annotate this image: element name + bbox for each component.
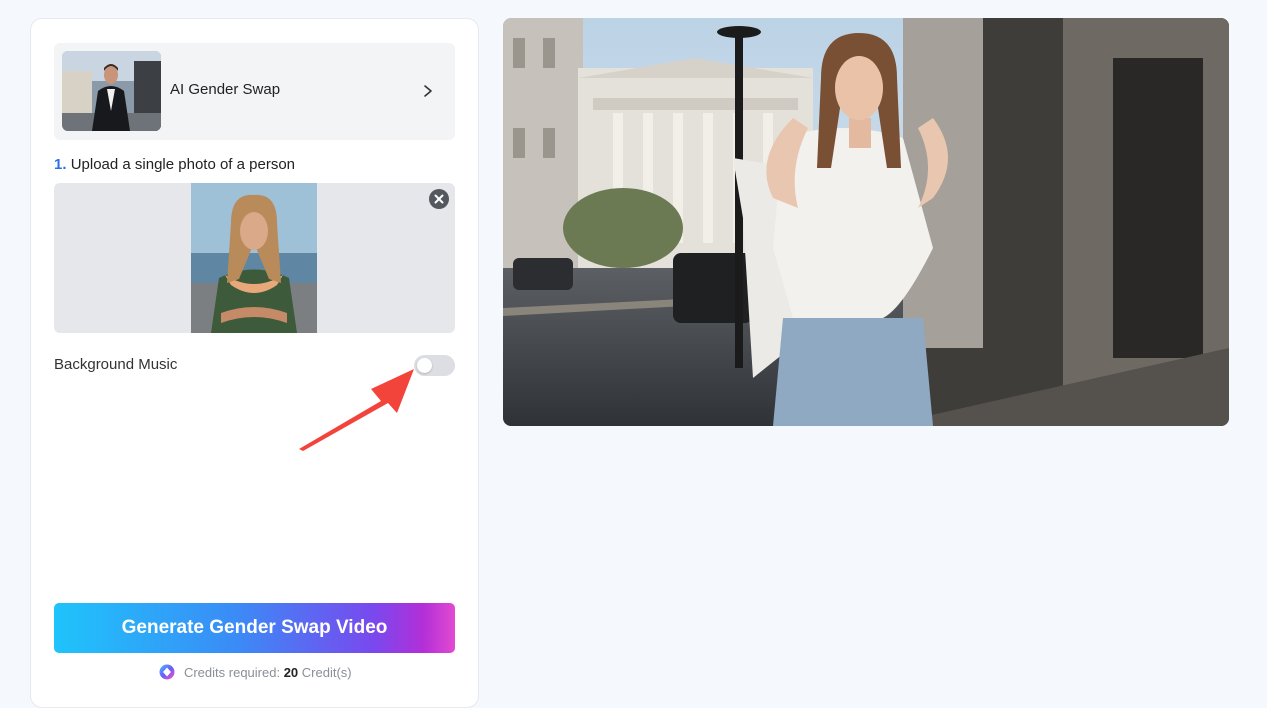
credits-value: 20 bbox=[283, 665, 299, 680]
remove-photo-button[interactable] bbox=[429, 189, 449, 209]
credits-prefix: Credits required: bbox=[183, 665, 281, 680]
red-arrow-annotation bbox=[299, 369, 414, 451]
credit-gem-icon bbox=[159, 664, 175, 680]
step-text: Upload a single photo of a person bbox=[70, 156, 296, 173]
uploaded-photo bbox=[191, 183, 317, 333]
settings-panel: AI Gender Swap 1. Upload a single photo … bbox=[30, 18, 479, 708]
credits-suffix: Credit(s) bbox=[301, 665, 352, 680]
step-number: 1. bbox=[54, 156, 67, 173]
upload-step-label: 1. Upload a single photo of a person bbox=[54, 156, 295, 173]
upload-dropzone[interactable] bbox=[54, 183, 455, 333]
background-music-label: Background Music bbox=[54, 356, 178, 373]
example-video-preview bbox=[503, 18, 1229, 426]
tool-selector-card[interactable]: AI Gender Swap bbox=[54, 43, 455, 140]
tool-thumbnail-image bbox=[62, 51, 161, 131]
chevron-right-icon bbox=[424, 85, 432, 97]
credits-info: Credits required: 20 Credit(s) bbox=[31, 664, 480, 680]
tool-title: AI Gender Swap bbox=[170, 81, 281, 98]
close-icon bbox=[434, 194, 444, 204]
generate-video-button[interactable]: Generate Gender Swap Video bbox=[54, 603, 455, 653]
